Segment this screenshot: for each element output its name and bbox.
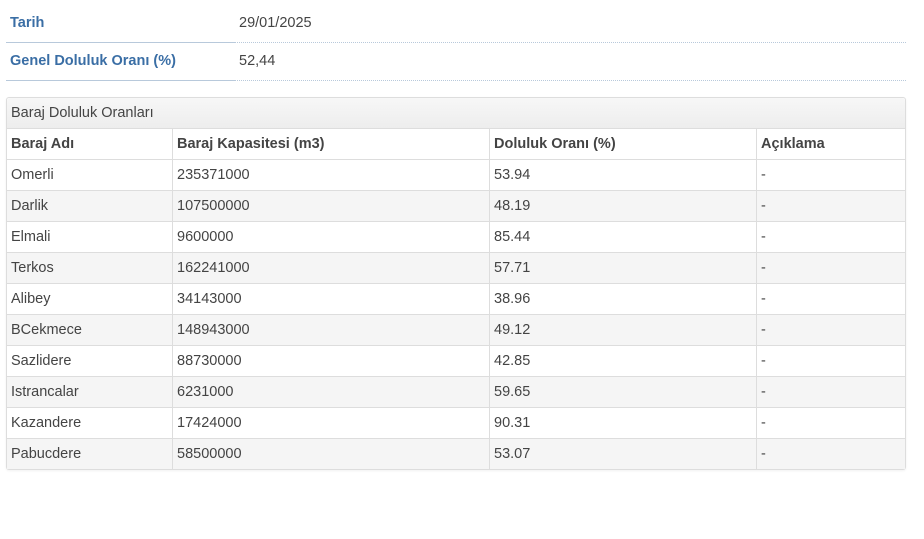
dam-name-cell: Pabucdere: [7, 438, 173, 469]
dam-name-cell: Elmali: [7, 221, 173, 253]
capacity-cell: 6231000: [172, 376, 490, 408]
description-cell: -: [756, 159, 905, 191]
fill-rate-cell: 48.19: [489, 190, 757, 222]
overall-fill-label: Genel Doluluk Oranı (%): [6, 42, 235, 81]
dam-name-cell: Istrancalar: [7, 376, 173, 408]
dam-fill-panel: Baraj Doluluk Oranları Baraj Adı Baraj K…: [6, 97, 906, 470]
panel-title: Baraj Doluluk Oranları: [7, 98, 905, 129]
fill-rate-cell: 49.12: [489, 314, 757, 346]
column-header-dam-name: Baraj Adı: [7, 129, 173, 160]
description-cell: -: [756, 438, 905, 469]
dam-name-cell: Sazlidere: [7, 345, 173, 377]
table-row: Alibey 34143000 38.96-: [7, 283, 905, 315]
dam-name-cell: Alibey: [7, 283, 173, 315]
capacity-cell: 235371000: [172, 159, 490, 191]
table-row: Istrancalar 6231000 59.65-: [7, 376, 905, 408]
fill-rate-cell: 38.96: [489, 283, 757, 315]
description-cell: -: [756, 283, 905, 315]
overall-fill-value: 52,44: [235, 42, 906, 81]
overall-fill-row: Genel Doluluk Oranı (%) 52,44: [6, 42, 906, 81]
description-cell: -: [756, 407, 905, 439]
dam-table: Baraj Adı Baraj Kapasitesi (m3) Doluluk …: [7, 129, 905, 469]
dam-name-cell: Darlik: [7, 190, 173, 222]
capacity-cell: 88730000: [172, 345, 490, 377]
table-row: Sazlidere 88730000 42.85-: [7, 345, 905, 377]
table-row: Omerli 235371000 53.94-: [7, 159, 905, 191]
table-row: Kazandere 17424000 90.31-: [7, 407, 905, 439]
capacity-cell: 34143000: [172, 283, 490, 315]
description-cell: -: [756, 252, 905, 284]
dam-name-cell: Kazandere: [7, 407, 173, 439]
fill-rate-cell: 53.07: [489, 438, 757, 469]
fill-rate-cell: 59.65: [489, 376, 757, 408]
table-row: Pabucdere 58500000 53.07-: [7, 438, 905, 469]
column-header-description: Açıklama: [756, 129, 905, 160]
fill-rate-cell: 90.31: [489, 407, 757, 439]
column-header-capacity: Baraj Kapasitesi (m3): [172, 129, 490, 160]
description-cell: -: [756, 221, 905, 253]
fill-rate-cell: 53.94: [489, 159, 757, 191]
table-row: Elmali 9600000 85.44-: [7, 221, 905, 253]
capacity-cell: 58500000: [172, 438, 490, 469]
table-row: Darlik 107500000 48.19-: [7, 190, 905, 222]
capacity-cell: 162241000: [172, 252, 490, 284]
date-label: Tarih: [6, 4, 235, 43]
date-row: Tarih 29/01/2025: [6, 4, 906, 43]
summary-table: Tarih 29/01/2025 Genel Doluluk Oranı (%)…: [6, 4, 906, 81]
fill-rate-cell: 42.85: [489, 345, 757, 377]
description-cell: -: [756, 345, 905, 377]
table-row: Terkos 162241000 57.71-: [7, 252, 905, 284]
dam-name-cell: Terkos: [7, 252, 173, 284]
capacity-cell: 148943000: [172, 314, 490, 346]
description-cell: -: [756, 376, 905, 408]
table-row: BCekmece 148943000 49.12-: [7, 314, 905, 346]
capacity-cell: 9600000: [172, 221, 490, 253]
date-value: 29/01/2025: [235, 4, 906, 43]
description-cell: -: [756, 314, 905, 346]
dam-name-cell: Omerli: [7, 159, 173, 191]
table-header-row: Baraj Adı Baraj Kapasitesi (m3) Doluluk …: [7, 129, 905, 160]
capacity-cell: 17424000: [172, 407, 490, 439]
description-cell: -: [756, 190, 905, 222]
column-header-fill-rate: Doluluk Oranı (%): [489, 129, 757, 160]
fill-rate-cell: 85.44: [489, 221, 757, 253]
dam-name-cell: BCekmece: [7, 314, 173, 346]
fill-rate-cell: 57.71: [489, 252, 757, 284]
capacity-cell: 107500000: [172, 190, 490, 222]
